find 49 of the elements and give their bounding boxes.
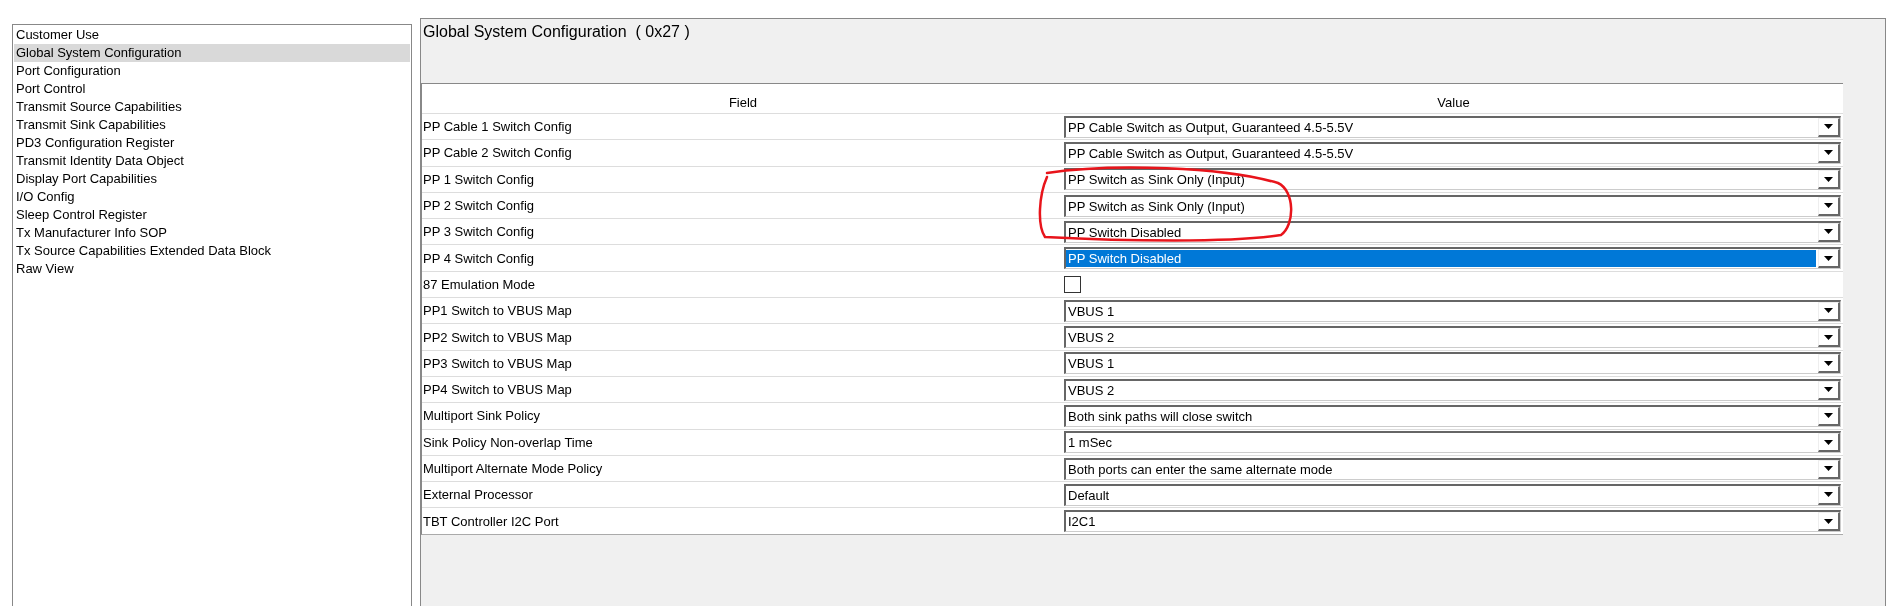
dropdown[interactable]: 1 mSec <box>1064 431 1841 454</box>
column-header: Field <box>727 95 759 110</box>
sidebar-item[interactable]: PD3 Configuration Register <box>14 134 410 152</box>
sidebar-item[interactable]: Tx Manufacturer Info SOP <box>14 224 410 242</box>
checkbox[interactable] <box>1064 275 1081 293</box>
field-label: Multiport Alternate Mode Policy <box>422 461 604 476</box>
sidebar-item[interactable]: Port Configuration <box>14 62 410 80</box>
field-label: PP3 Switch to VBUS Map <box>422 355 573 371</box>
dropdown[interactable]: Both sink paths will close switch <box>1064 404 1841 427</box>
field-label: TBT Controller I2C Port <box>422 513 560 529</box>
field-label: Sink Policy Non-overlap Time <box>422 434 594 450</box>
field-label: PP Cable 1 Switch Config <box>422 119 573 135</box>
field-label: PP4 Switch to VBUS Map <box>422 382 573 398</box>
sidebar-item[interactable]: Raw View <box>14 260 410 278</box>
field-label: PP1 Switch to VBUS Map <box>422 303 573 319</box>
sidebar-item[interactable]: Transmit Source Capabilities <box>14 98 410 116</box>
column-header: Value <box>1436 95 1471 110</box>
dropdown[interactable]: PP Switch Disabled <box>1064 220 1841 243</box>
dropdown[interactable]: VBUS 1 <box>1064 299 1841 322</box>
sidebar-item[interactable]: Port Control <box>14 80 410 98</box>
field-label: PP 4 Switch Config <box>422 250 536 266</box>
sidebar-item[interactable]: I/O Config <box>14 188 410 206</box>
dropdown[interactable]: PP Cable Switch as Output, Guaranteed 4.5-5.5V <box>1064 115 1841 138</box>
sidebar-item[interactable]: Transmit Identity Data Object <box>14 152 410 170</box>
dropdown[interactable]: PP Cable Switch as Output, Guaranteed 4.5-5.5V <box>1064 141 1841 164</box>
dropdown[interactable]: VBUS 2 <box>1064 378 1841 401</box>
field-label: 87 Emulation Mode <box>422 276 536 292</box>
field-label: PP 3 Switch Config <box>422 224 536 240</box>
dropdown[interactable]: VBUS 1 <box>1064 352 1841 375</box>
field-label: External Processor <box>422 487 534 503</box>
dropdown[interactable]: VBUS 2 <box>1064 326 1841 348</box>
sidebar-item[interactable]: Transmit Sink Capabilities <box>14 116 410 134</box>
sidebar-item[interactable]: Customer Use <box>14 26 410 44</box>
field-label: PP Cable 2 Switch Config <box>422 145 573 161</box>
sidebar-item[interactable]: Display Port Capabilities <box>14 170 410 188</box>
field-label: PP 2 Switch Config <box>422 198 536 214</box>
sidebar-item[interactable]: Sleep Control Register <box>14 206 410 224</box>
dropdown[interactable]: PP Switch as Sink Only (Input) <box>1064 168 1841 191</box>
field-label: PP2 Switch to VBUS Map <box>422 329 573 345</box>
sidebar-item[interactable]: Global System Configuration <box>14 44 410 62</box>
panel-title: Global System Configuration ( 0x27 ) <box>423 23 690 40</box>
dropdown[interactable]: PP Switch as Sink Only (Input) <box>1064 194 1841 217</box>
dropdown[interactable]: Default <box>1064 483 1841 506</box>
dropdown[interactable]: Both ports can enter the same alternate mode <box>1064 457 1841 480</box>
sidebar-item[interactable]: Tx Source Capabilities Extended Data Block <box>14 242 410 260</box>
dropdown[interactable]: I2C1 <box>1064 510 1841 533</box>
field-label: PP 1 Switch Config <box>422 171 536 187</box>
field-label: Multiport Sink Policy <box>422 408 542 424</box>
dropdown[interactable]: PP Switch Disabled <box>1064 247 1841 270</box>
